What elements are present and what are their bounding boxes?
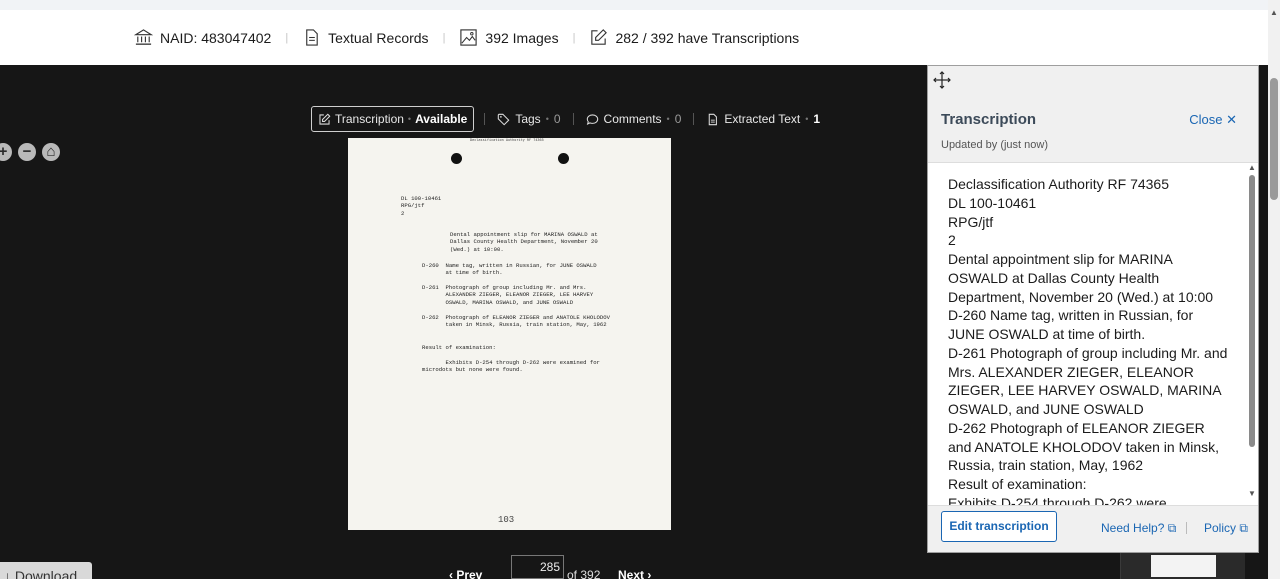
result-heading: Result of examination: bbox=[422, 344, 496, 351]
zoom-controls: + − ⌂ bbox=[0, 143, 60, 161]
tab-comments-count: 0 bbox=[674, 112, 682, 126]
tab-tags[interactable]: Tags • 0 bbox=[485, 112, 572, 126]
tab-extracted-label: Extracted Text bbox=[724, 112, 801, 126]
transcription-line: Declassification Authority RF 74365 bbox=[948, 176, 1169, 192]
edit-icon bbox=[319, 113, 331, 125]
images-text: 392 Images bbox=[485, 29, 559, 46]
punch-hole bbox=[558, 153, 569, 164]
scrollbar-thumb[interactable] bbox=[1249, 175, 1255, 447]
transcription-line: Exhibits D-254 through D-262 were examin… bbox=[948, 494, 1167, 506]
transcription-line: 2 bbox=[948, 232, 956, 249]
dot-separator: • bbox=[545, 114, 549, 124]
transcription-line: Result of examination: bbox=[948, 476, 1087, 492]
exhibit-dental: Dental appointment slip for MARINA OSWAL… bbox=[450, 231, 598, 253]
panel-header: Transcription Close ✕ Updated by (just n… bbox=[928, 96, 1258, 162]
comment-icon bbox=[586, 113, 598, 125]
transcription-line: D-261 Photograph of group including Mr. … bbox=[948, 344, 1228, 417]
close-button[interactable]: Close ✕ bbox=[1189, 112, 1237, 128]
need-help-link[interactable]: Need Help? ⧉ bbox=[1101, 521, 1176, 536]
image-icon bbox=[460, 29, 478, 46]
document-page-image: Declassification Authority RF 74365 DL 1… bbox=[348, 138, 671, 530]
tab-extracted-text[interactable]: Extracted Text • 1 bbox=[694, 112, 832, 126]
meta-separator: | bbox=[572, 31, 576, 44]
exhibit-d262: D-262 Photograph of ELEANOR ZIEGER and A… bbox=[422, 314, 610, 329]
document-icon bbox=[306, 29, 318, 46]
tab-transcription-status: Available bbox=[415, 112, 468, 126]
tab-transcription[interactable]: Transcription • Available bbox=[311, 106, 475, 132]
dot-separator: • bbox=[407, 114, 412, 124]
thumbnail-strip[interactable] bbox=[1120, 549, 1245, 579]
dot-separator: • bbox=[805, 114, 809, 124]
meta-separator: | bbox=[442, 31, 446, 44]
page-number: 103 bbox=[498, 515, 515, 525]
images-item: 392 Images bbox=[459, 28, 559, 47]
page-total: of 392 bbox=[567, 568, 601, 579]
scroll-up-icon[interactable]: ▲ bbox=[1270, 8, 1278, 17]
transcription-text: Declassification Authority RF 74365 DL 1… bbox=[928, 163, 1258, 506]
page-scrollbar[interactable]: ▲ bbox=[1268, 0, 1280, 579]
records-text: Textual Records bbox=[328, 29, 429, 46]
tab-comments[interactable]: Comments • 0 bbox=[574, 112, 694, 126]
transcription-text-area[interactable]: Declassification Authority RF 74365 DL 1… bbox=[928, 162, 1258, 506]
tab-transcription-label: Transcription bbox=[335, 112, 404, 126]
scroll-up-icon[interactable]: ▲ bbox=[1248, 163, 1256, 172]
tab-tags-count: 0 bbox=[553, 112, 561, 126]
punch-hole bbox=[451, 153, 462, 164]
scrollbar-thumb[interactable] bbox=[1270, 78, 1278, 200]
tag-icon bbox=[498, 113, 510, 125]
exhibit-d260: D-260 Name tag, written in Russian, for … bbox=[422, 262, 597, 277]
zoom-in-icon[interactable]: + bbox=[0, 143, 12, 161]
document-icon bbox=[709, 113, 718, 125]
exhibit-d261: D-261 Photograph of group including Mr. … bbox=[422, 284, 594, 306]
top-strip bbox=[0, 0, 1268, 10]
transcription-scrollbar[interactable]: ▲ ▼ bbox=[1246, 163, 1258, 505]
naid-item: NAID: 483047402 bbox=[134, 28, 271, 47]
naid-text: NAID: 483047402 bbox=[160, 29, 272, 46]
zoom-out-icon[interactable]: − bbox=[18, 143, 36, 161]
home-icon[interactable]: ⌂ bbox=[42, 143, 60, 161]
footer-divider bbox=[1186, 522, 1187, 534]
tab-extracted-count: 1 bbox=[813, 112, 821, 126]
tab-comments-label: Comments bbox=[603, 112, 662, 126]
download-button[interactable]: ↓ Download bbox=[0, 562, 92, 579]
metadata-bar: NAID: 483047402 | Textual Records | 392 … bbox=[0, 10, 1268, 65]
scroll-down-icon[interactable]: ▼ bbox=[1248, 489, 1256, 498]
dot-separator: • bbox=[666, 114, 670, 124]
transcription-panel: Transcription Close ✕ Updated by (just n… bbox=[927, 65, 1259, 553]
result-text: Exhibits D-254 through D-262 were examin… bbox=[422, 359, 600, 374]
next-button[interactable]: Next › bbox=[618, 568, 651, 579]
policy-link[interactable]: Policy ⧉ bbox=[1204, 521, 1248, 536]
transcription-line: DL 100-10461 bbox=[948, 194, 1037, 211]
prev-button[interactable]: ‹ Prev bbox=[449, 568, 482, 579]
page-header-stamp: Declassification Authority RF 74365 bbox=[470, 138, 544, 142]
transcription-line: RPG/jtf bbox=[948, 213, 994, 230]
transcription-line: Dental appointment slip for MARINA OSWAL… bbox=[948, 251, 1214, 305]
transcription-line: D-262 Photograph of ELEANOR ZIEGER and A… bbox=[948, 419, 1220, 474]
transcription-line: D-260 Name tag, written in Russian, for … bbox=[948, 307, 1194, 342]
building-icon bbox=[134, 29, 153, 45]
edit-transcription-button[interactable]: Edit transcription bbox=[941, 511, 1057, 542]
panel-footer: Edit transcription Need Help? ⧉ Policy ⧉ bbox=[928, 506, 1258, 552]
meta-separator: | bbox=[285, 31, 289, 44]
records-item: Textual Records bbox=[302, 28, 429, 47]
transcriptions-item: 282 / 392 have Transcriptions bbox=[589, 28, 799, 47]
edit-icon bbox=[591, 29, 608, 45]
file-number: DL 100-10461 RPG/jtf 2 bbox=[401, 195, 442, 217]
transcriptions-text: 282 / 392 have Transcriptions bbox=[615, 29, 800, 46]
pagination: ‹ Prev of 392 Next › bbox=[0, 555, 1268, 579]
move-icon[interactable] bbox=[932, 70, 952, 90]
document-tabs: Transcription • Available Tags • 0 Comme… bbox=[311, 106, 832, 132]
thumbnail[interactable] bbox=[1151, 555, 1216, 577]
updated-by-text: Updated by (just now) bbox=[941, 139, 1048, 151]
panel-title: Transcription bbox=[941, 111, 1037, 128]
page-number-input[interactable] bbox=[511, 555, 564, 579]
tab-tags-label: Tags bbox=[515, 112, 541, 126]
